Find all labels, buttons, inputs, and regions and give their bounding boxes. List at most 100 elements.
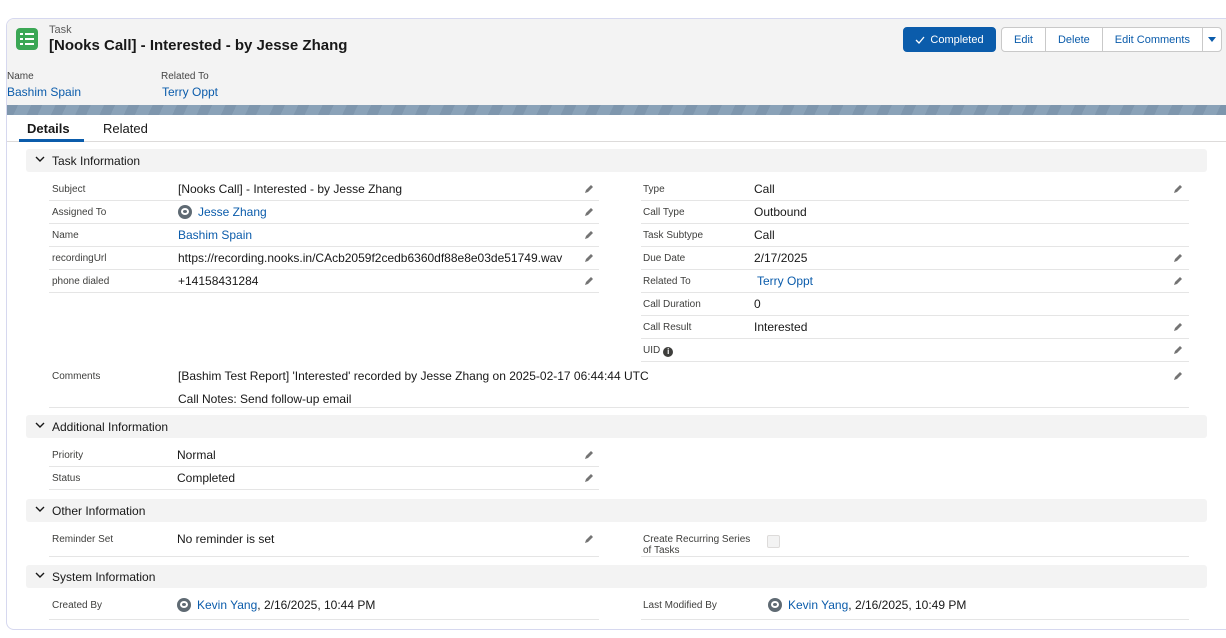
field-label: recordingUrl [52,253,107,264]
delete-button[interactable]: Delete [1044,27,1103,52]
header-banner-stripe [7,105,1226,115]
chevron-down-icon [35,422,45,428]
uid-label: UID [643,345,661,356]
field-value: Outbound [754,205,807,219]
field-value-link[interactable]: Bashim Spain [178,228,252,242]
field-label: Priority [52,450,84,461]
pencil-icon[interactable] [1172,183,1184,195]
field-value-link[interactable]: Terry Oppt [757,274,813,288]
field-value: 0 [754,297,761,311]
assigned-user: Jesse Zhang [198,205,267,219]
field-created-by: Created By Kevin Yang, 2/16/2025, 10:44 … [49,594,599,620]
field-priority: Priority Normal [49,444,599,467]
edit-button[interactable]: Edit [1001,27,1046,52]
field-label: Create Recurring Series of Tasks [643,534,750,556]
field-label: Last Modified By [643,600,717,611]
field-value: Call [754,182,775,196]
chevron-down-icon [35,506,45,512]
comments-line-1: [Bashim Test Report] 'Interested' record… [178,369,649,383]
edit-comments-button[interactable]: Edit Comments [1101,27,1203,52]
highlight-related-link[interactable]: Terry Oppt [162,85,218,99]
pencil-icon[interactable] [583,183,595,195]
check-icon [915,36,925,44]
completed-button-label: Completed [930,33,984,46]
pencil-icon[interactable] [1172,344,1184,356]
field-label: Reminder Set [52,534,114,545]
action-buttons: Completed Edit Delete Edit Comments [903,27,1222,52]
modified-by-user-link[interactable]: Kevin Yang [788,598,848,612]
recurring-label-line-2: of Tasks [643,545,680,556]
field-label: Related To [643,276,691,287]
field-related-to: Related To Terry Oppt [641,270,1189,293]
field-last-modified-by: Last Modified By Kevin Yang, 2/16/2025, … [641,594,1189,620]
field-phone-dialed: phone dialed +14158431284 [49,270,599,293]
field-reminder-set: Reminder Set No reminder is set [49,528,599,557]
tab-details[interactable]: Details [27,121,70,136]
pencil-icon[interactable] [1172,275,1184,287]
created-by-user-link[interactable]: Kevin Yang [197,598,257,612]
field-uid: UID i [641,339,1189,362]
field-value: No reminder is set [177,532,275,546]
field-value: Call [754,228,775,242]
field-value: [Nooks Call] - Interested - by Jesse Zha… [178,182,403,196]
pencil-icon[interactable] [1172,321,1184,333]
info-icon[interactable]: i [663,347,674,357]
field-label: Created By [52,600,103,611]
pencil-icon[interactable] [583,275,595,287]
pencil-icon[interactable] [583,449,595,461]
field-label: phone dialed [52,276,110,287]
highlight-name-label: Name [7,71,34,82]
section-other-information[interactable]: Other Information [26,499,1207,522]
record-header: Task [Nooks Call] - Interested - by Jess… [7,19,1226,105]
task-record-card: Task [Nooks Call] - Interested - by Jess… [6,18,1226,630]
task-icon [16,28,38,50]
more-actions-button[interactable] [1201,27,1222,52]
avatar-icon [178,205,192,219]
field-label: Call Result [643,322,692,333]
section-system-information[interactable]: System Information [26,565,1207,588]
pencil-icon[interactable] [1172,252,1184,264]
field-value: Kevin Yang, 2/16/2025, 10:49 PM [768,598,966,612]
tab-related[interactable]: Related [103,121,148,136]
field-name: Name Bashim Spain [49,224,599,247]
completed-button[interactable]: Completed [903,27,996,52]
field-status: Status Completed [49,467,599,490]
field-call-result: Call Result Interested [641,316,1189,339]
field-label: Assigned To [52,207,107,218]
highlight-name-link[interactable]: Bashim Spain [7,85,81,99]
pencil-icon[interactable] [583,252,595,264]
pencil-icon[interactable] [583,533,595,545]
record-type-label: Task [49,24,72,36]
chevron-down-icon [35,572,45,578]
field-type: Type Call [641,178,1189,201]
field-value-link[interactable]: Jesse Zhang [178,205,267,219]
page-title: [Nooks Call] - Interested - by Jesse Zha… [49,37,348,54]
section-additional-information[interactable]: Additional Information [26,415,1207,438]
section-label: System Information [52,570,156,584]
highlight-related-label: Related To [161,71,209,82]
modified-date: , 2/16/2025, 10:49 PM [848,598,967,612]
field-label: Subject [52,184,86,195]
field-subject: Subject [Nooks Call] - Interested - by J… [49,178,599,201]
avatar-icon [177,598,191,612]
pencil-icon[interactable] [583,229,595,241]
comments-line-2: Call Notes: Send follow-up email [178,392,352,406]
pencil-icon[interactable] [583,472,595,484]
section-task-information[interactable]: Task Information [26,149,1207,172]
record-tabs: Details Related [7,115,1226,142]
field-label: Task Subtype [643,230,704,241]
recurring-label-line-1: Create Recurring Series [643,534,751,545]
avatar-icon [768,598,782,612]
field-call-duration: Call Duration 0 [641,293,1189,316]
pencil-icon[interactable] [583,206,595,218]
pencil-icon[interactable] [1172,370,1184,382]
field-label: Status [52,473,81,484]
created-date: , 2/16/2025, 10:44 PM [257,598,376,612]
field-label: UID i [643,345,674,357]
field-value: Interested [754,320,808,334]
field-label: Due Date [643,253,686,264]
field-create-recurring: Create Recurring Series of Tasks [641,528,1189,557]
section-label: Other Information [52,504,146,518]
recurring-checkbox[interactable] [767,535,780,548]
field-value: +14158431284 [178,274,259,288]
